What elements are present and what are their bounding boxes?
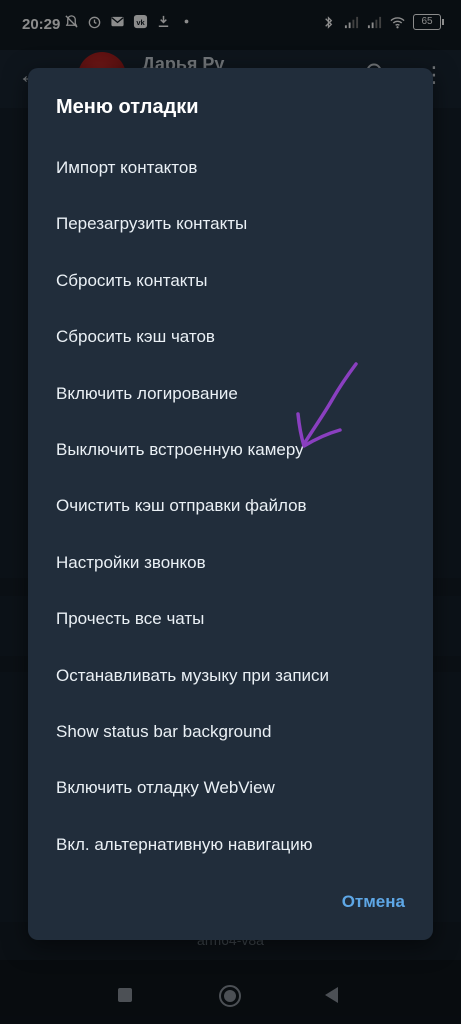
menu-item-reload-contacts[interactable]: Перезагрузить контакты — [28, 196, 433, 252]
menu-item-read-all-chats[interactable]: Прочесть все чаты — [28, 591, 433, 647]
menu-item-call-settings[interactable]: Настройки звонков — [28, 535, 433, 591]
menu-item-enable-logging[interactable]: Включить логирование — [28, 366, 433, 422]
menu-item-status-bar-background[interactable]: Show status bar background — [28, 704, 433, 760]
debug-menu-dialog: Меню отладки Импорт контактов Перезагруз… — [28, 68, 433, 940]
cancel-button[interactable]: Отмена — [338, 884, 409, 920]
menu-item-reset-contacts[interactable]: Сбросить контакты — [28, 253, 433, 309]
debug-menu-list: Импорт контактов Перезагрузить контакты … — [28, 140, 433, 873]
menu-item-import-contacts[interactable]: Импорт контактов — [28, 140, 433, 196]
menu-item-disable-inapp-camera[interactable]: Выключить встроенную камеру — [28, 422, 433, 478]
menu-item-webview-debug[interactable]: Включить отладку WebView — [28, 760, 433, 816]
menu-item-pause-music-on-record[interactable]: Останавливать музыку при записи — [28, 648, 433, 704]
menu-item-reset-chat-cache[interactable]: Сбросить кэш чатов — [28, 309, 433, 365]
menu-item-alt-navigation[interactable]: Вкл. альтернативную навигацию — [28, 817, 433, 873]
dialog-title: Меню отладки — [56, 96, 199, 118]
menu-item-clear-upload-cache[interactable]: Очистить кэш отправки файлов — [28, 478, 433, 534]
